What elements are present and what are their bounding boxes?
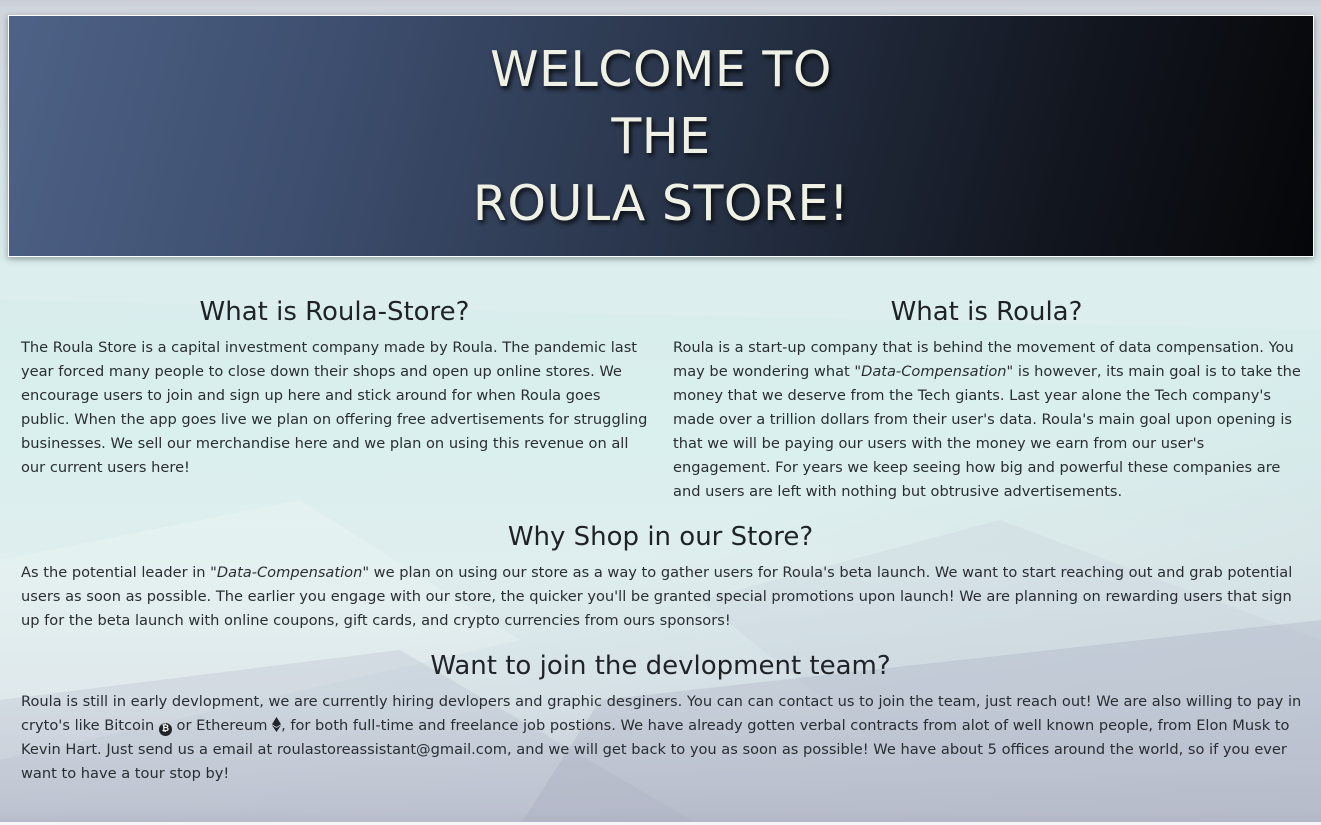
paragraph-what-is-roula: Roula is a start-up company that is behi… [673, 336, 1301, 504]
heading-what-is-roula: What is Roula? [890, 297, 1083, 327]
data-compensation-term: "Data-Compensation" [210, 564, 370, 581]
bitcoin-icon: ₿ [158, 723, 172, 736]
hero-title: WELCOME TO THE ROULA STORE! [473, 36, 849, 237]
heading-why-shop: Why Shop in our Store? [507, 522, 814, 552]
paragraph-what-is-roula-store: The Roula Store is a capital investment … [21, 339, 648, 476]
hero-banner: WELCOME TO THE ROULA STORE! [8, 15, 1314, 257]
heading-join-team: Want to join the devlopment team? [430, 651, 891, 681]
roula-body-end: is however, its main goal is to take the… [673, 363, 1301, 500]
hero-title-line-2: THE [611, 107, 711, 165]
paragraph-join-team: Roula is still in early devlopment, we a… [21, 690, 1306, 786]
hero-title-line-1: WELCOME TO [490, 40, 832, 98]
data-compensation-term: "Data-Compensation" [854, 363, 1014, 380]
ethereum-icon [272, 717, 282, 732]
heading-what-is-roula-store: What is Roula-Store? [199, 297, 470, 327]
why-shop-body-start: As the potential leader in [21, 564, 211, 581]
paragraph-why-shop: As the potential leader in "Data-Compens… [21, 561, 1306, 633]
join-body-mid: or Ethereum [171, 717, 273, 734]
hero-title-line-3: ROULA STORE! [472, 174, 850, 232]
